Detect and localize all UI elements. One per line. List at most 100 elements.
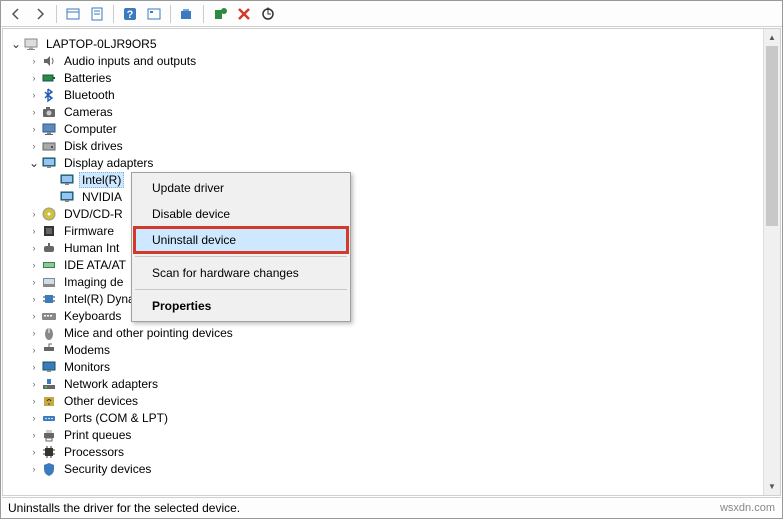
scroll-down-icon[interactable]: ▼ bbox=[764, 478, 780, 495]
scroll-up-icon[interactable]: ▲ bbox=[764, 29, 780, 46]
collapse-icon[interactable]: ⌄ bbox=[9, 37, 23, 51]
scroll-thumb[interactable] bbox=[766, 46, 778, 226]
category-node[interactable]: ›Monitors bbox=[5, 358, 761, 375]
category-node[interactable]: ›IDE ATA/AT bbox=[5, 256, 761, 273]
separator bbox=[56, 5, 57, 23]
device-icon bbox=[41, 359, 57, 375]
expand-icon[interactable]: › bbox=[27, 226, 41, 236]
category-node[interactable]: ⌄ Display adapters bbox=[5, 154, 761, 171]
node-label: Human Int bbox=[61, 240, 122, 256]
device-icon bbox=[41, 138, 57, 154]
back-button[interactable] bbox=[5, 3, 27, 25]
node-label: Security devices bbox=[61, 461, 154, 477]
expand-icon[interactable]: › bbox=[27, 294, 41, 304]
menu-scan-hardware[interactable]: Scan for hardware changes bbox=[134, 260, 348, 286]
category-node[interactable]: ›Network adapters bbox=[5, 375, 761, 392]
category-node[interactable]: ›Batteries bbox=[5, 69, 761, 86]
expand-icon[interactable]: › bbox=[27, 124, 41, 134]
menu-properties[interactable]: Properties bbox=[134, 293, 348, 319]
device-icon bbox=[23, 36, 39, 52]
expand-icon[interactable]: › bbox=[27, 430, 41, 440]
expand-icon[interactable]: › bbox=[27, 311, 41, 321]
menu-disable-device[interactable]: Disable device bbox=[134, 201, 348, 227]
category-node[interactable]: ›Processors bbox=[5, 443, 761, 460]
expand-icon[interactable]: › bbox=[27, 464, 41, 474]
root-node[interactable]: ⌄LAPTOP-0LJR9OR5 bbox=[5, 35, 761, 52]
device-node[interactable]: Intel(R) bbox=[5, 171, 761, 188]
device-icon bbox=[41, 342, 57, 358]
node-label: Ports (COM & LPT) bbox=[61, 410, 171, 426]
scroll-track[interactable] bbox=[764, 46, 780, 478]
category-node[interactable]: ›DVD/CD-R bbox=[5, 205, 761, 222]
category-node[interactable]: › Cameras bbox=[5, 103, 761, 120]
node-label: Print queues bbox=[61, 427, 134, 443]
node-label: Computer bbox=[61, 121, 120, 137]
category-node[interactable]: › Bluetooth bbox=[5, 86, 761, 103]
category-node[interactable]: ›Audio inputs and outputs bbox=[5, 52, 761, 69]
node-label: Cameras bbox=[61, 104, 116, 120]
device-node[interactable]: NVIDIA bbox=[5, 188, 761, 205]
node-label: Display adapters bbox=[61, 155, 156, 171]
device-icon bbox=[41, 325, 57, 341]
svg-text:?: ? bbox=[127, 9, 134, 21]
expand-icon[interactable]: › bbox=[27, 73, 41, 83]
forward-button[interactable] bbox=[29, 3, 51, 25]
category-node[interactable]: › Other devices bbox=[5, 392, 761, 409]
expand-icon[interactable]: › bbox=[27, 56, 41, 66]
category-node[interactable]: › Human Int bbox=[5, 239, 761, 256]
update-button[interactable] bbox=[257, 3, 279, 25]
category-node[interactable]: › Computer bbox=[5, 120, 761, 137]
expand-icon[interactable]: › bbox=[27, 90, 41, 100]
expand-icon[interactable]: › bbox=[27, 141, 41, 151]
menu-update-driver[interactable]: Update driver bbox=[134, 175, 348, 201]
menu-uninstall-device[interactable]: Uninstall device bbox=[134, 227, 348, 253]
help-button[interactable]: ? bbox=[119, 3, 141, 25]
device-icon bbox=[41, 410, 57, 426]
category-node[interactable]: ›Keyboards bbox=[5, 307, 761, 324]
category-node[interactable]: › Ports (COM & LPT) bbox=[5, 409, 761, 426]
menu-separator bbox=[135, 289, 347, 290]
remove-button[interactable] bbox=[233, 3, 255, 25]
category-node[interactable]: › Security devices bbox=[5, 460, 761, 477]
category-node[interactable]: ›Disk drives bbox=[5, 137, 761, 154]
scan-button[interactable] bbox=[176, 3, 198, 25]
expand-icon[interactable]: › bbox=[27, 328, 41, 338]
expand-icon[interactable]: › bbox=[27, 345, 41, 355]
node-label: Imaging de bbox=[61, 274, 126, 290]
device-icon bbox=[41, 53, 57, 69]
expand-icon[interactable]: › bbox=[27, 260, 41, 270]
expand-icon[interactable]: › bbox=[27, 379, 41, 389]
expand-icon[interactable]: › bbox=[27, 107, 41, 117]
vertical-scrollbar[interactable]: ▲ ▼ bbox=[763, 29, 780, 495]
category-node[interactable]: ›Mice and other pointing devices bbox=[5, 324, 761, 341]
category-node[interactable]: ›Intel(R) Dynamic Platform and Thermal F… bbox=[5, 290, 761, 307]
expand-icon[interactable]: › bbox=[27, 277, 41, 287]
events-button[interactable] bbox=[143, 3, 165, 25]
expand-icon[interactable]: › bbox=[27, 413, 41, 423]
collapse-icon[interactable]: ⌄ bbox=[27, 156, 41, 170]
node-label: Modems bbox=[61, 342, 113, 358]
show-hidden-button[interactable] bbox=[62, 3, 84, 25]
tree-scroll: ⌄LAPTOP-0LJR9OR5›Audio inputs and output… bbox=[3, 29, 763, 495]
expand-icon[interactable]: › bbox=[27, 396, 41, 406]
node-label: Other devices bbox=[61, 393, 141, 409]
expand-icon[interactable]: › bbox=[27, 243, 41, 253]
expand-icon[interactable]: › bbox=[27, 447, 41, 457]
device-icon bbox=[41, 291, 57, 307]
category-node[interactable]: ›Firmware bbox=[5, 222, 761, 239]
device-icon bbox=[41, 461, 57, 477]
device-icon bbox=[41, 427, 57, 443]
device-icon bbox=[59, 172, 75, 188]
expand-icon[interactable]: › bbox=[27, 209, 41, 219]
device-icon bbox=[41, 444, 57, 460]
device-icon bbox=[41, 223, 57, 239]
category-node[interactable]: › Imaging de bbox=[5, 273, 761, 290]
properties-button[interactable] bbox=[86, 3, 108, 25]
device-icon bbox=[41, 257, 57, 273]
device-icon bbox=[41, 240, 57, 256]
category-node[interactable]: › Modems bbox=[5, 341, 761, 358]
add-legacy-button[interactable] bbox=[209, 3, 231, 25]
expand-icon[interactable]: › bbox=[27, 362, 41, 372]
category-node[interactable]: › Print queues bbox=[5, 426, 761, 443]
node-label: Bluetooth bbox=[61, 87, 118, 103]
